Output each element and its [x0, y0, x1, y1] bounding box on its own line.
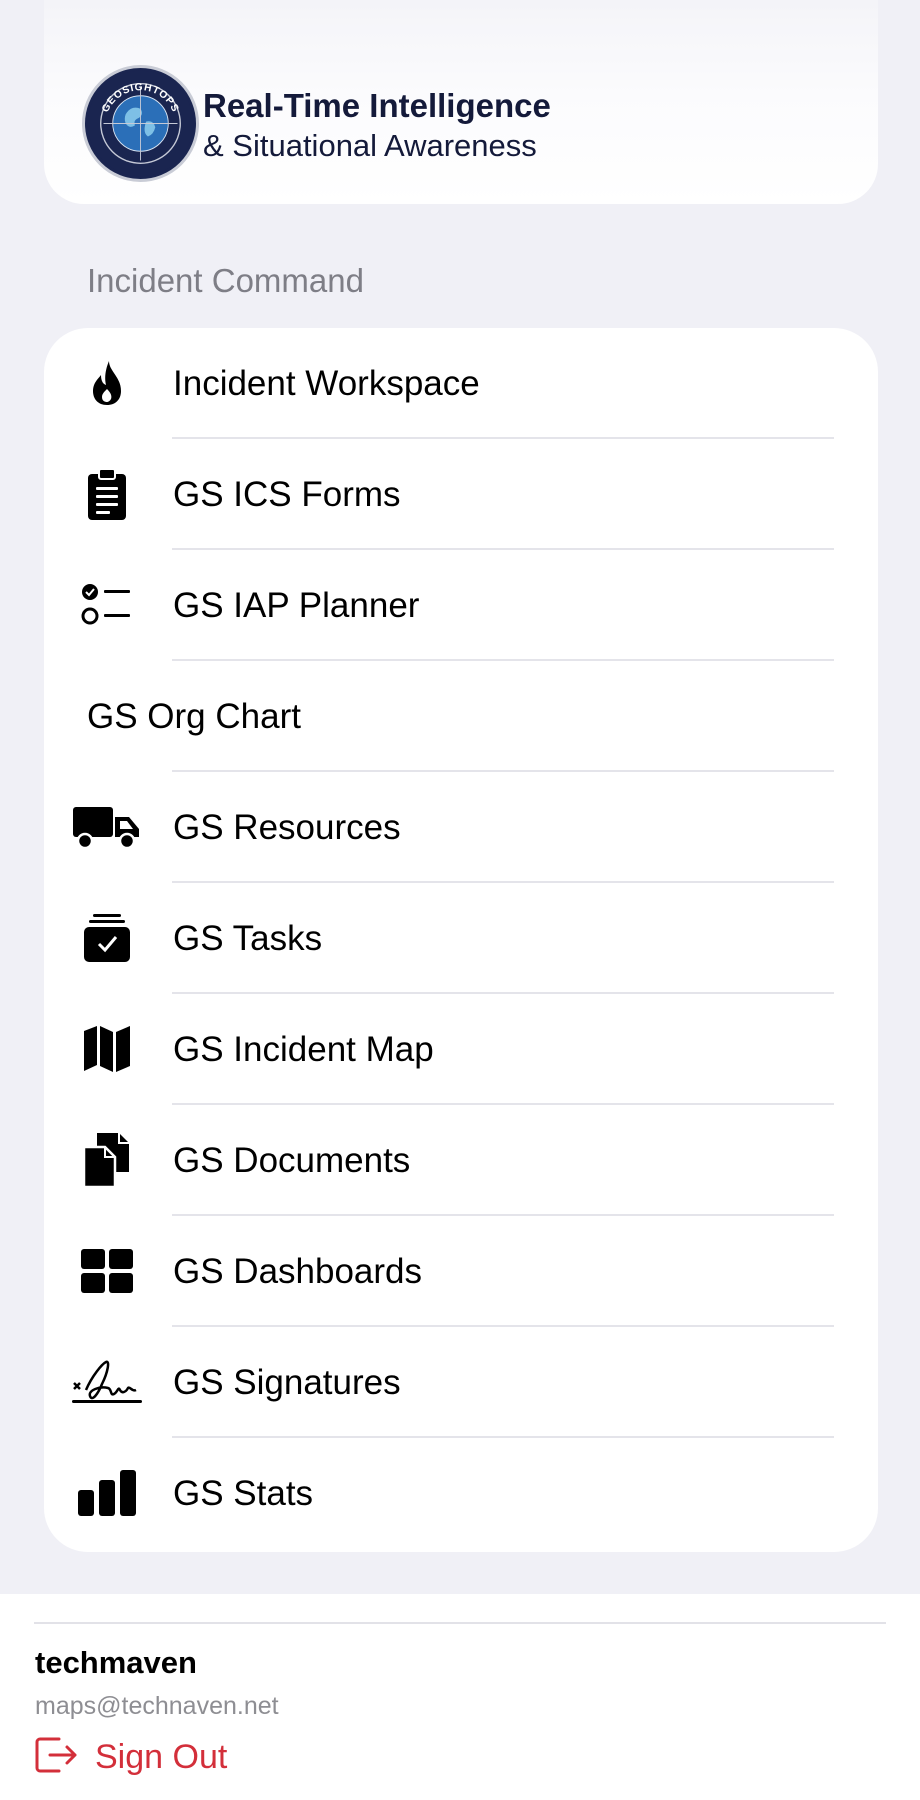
header-subtitle: & Situational Awareness: [203, 128, 537, 163]
menu-item-label: GS Dashboards: [173, 1252, 423, 1291]
menu-item-incident-workspace[interactable]: Incident Workspace: [44, 328, 878, 439]
task-tray-icon: [72, 908, 142, 968]
sign-out-button[interactable]: Sign Out: [35, 1734, 227, 1780]
account-footer: techmaven maps@technaven.net Sign Out: [0, 1594, 920, 1800]
section-label: Incident Command: [87, 262, 364, 299]
clipboard-icon: [72, 464, 142, 524]
map-icon: [72, 1019, 142, 1079]
geosightops-logo: GEOSIGHTOPS: [82, 65, 199, 182]
header-title: Real-Time Intelligence: [203, 87, 551, 124]
sign-out-icon: [35, 1735, 79, 1780]
flame-icon: [72, 353, 142, 413]
menu-item-dashboards[interactable]: GS Dashboards: [44, 1216, 878, 1327]
menu-item-incident-map[interactable]: GS Incident Map: [44, 994, 878, 1105]
dashboard-grid-icon: [72, 1241, 142, 1301]
menu-card: Incident Workspace GS ICS Forms GS IAP P…: [44, 328, 878, 1552]
truck-icon: [72, 797, 142, 857]
menu-item-label: GS Org Chart: [87, 697, 301, 736]
menu-item-label: GS Incident Map: [173, 1030, 434, 1069]
user-email: maps@technaven.net: [35, 1692, 279, 1720]
menu-item-label: GS Stats: [173, 1474, 314, 1513]
menu-item-signatures[interactable]: GS Signatures: [44, 1327, 878, 1438]
menu-item-label: GS Resources: [173, 808, 401, 847]
divider: [34, 1622, 886, 1624]
menu-item-label: GS ICS Forms: [173, 475, 401, 514]
signature-icon: [72, 1352, 142, 1412]
username: techmaven: [35, 1645, 197, 1680]
menu-item-label: Incident Workspace: [173, 364, 480, 403]
menu-item-stats[interactable]: GS Stats: [44, 1438, 878, 1549]
menu-item-documents[interactable]: GS Documents: [44, 1105, 878, 1216]
menu-item-label: GS IAP Planner: [173, 586, 420, 625]
bar-chart-icon: [72, 1463, 142, 1523]
menu-item-label: GS Documents: [173, 1141, 411, 1180]
menu-item-label: GS Signatures: [173, 1363, 401, 1402]
documents-icon: [72, 1130, 142, 1190]
menu-item-ics-forms[interactable]: GS ICS Forms: [44, 439, 878, 550]
checklist-icon: [72, 575, 142, 635]
menu-item-label: GS Tasks: [173, 919, 323, 958]
menu-item-tasks[interactable]: GS Tasks: [44, 883, 878, 994]
menu-item-iap-planner[interactable]: GS IAP Planner: [44, 550, 878, 661]
menu-item-resources[interactable]: GS Resources: [44, 772, 878, 883]
menu-item-org-chart[interactable]: GS Org Chart: [44, 661, 878, 772]
sign-out-label: Sign Out: [95, 1737, 228, 1776]
